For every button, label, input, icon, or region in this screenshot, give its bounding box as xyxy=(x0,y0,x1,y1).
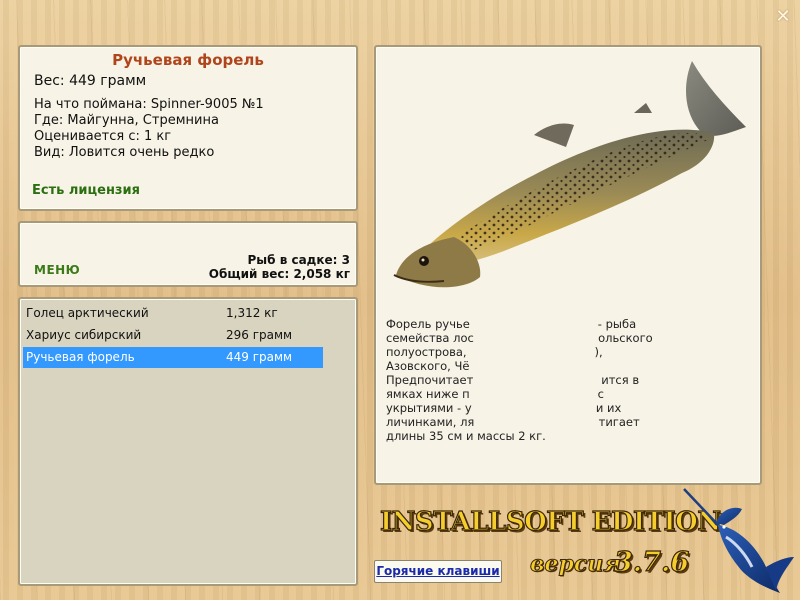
description-line: личинками, ля тигает xyxy=(386,415,640,429)
close-icon[interactable]: ✕ xyxy=(774,8,792,26)
list-item[interactable]: Хариус сибирский 296 грамм xyxy=(23,325,323,346)
list-item-selected[interactable]: Ручьевая форель 449 грамм xyxy=(23,347,323,368)
list-item-name: Хариус сибирский xyxy=(26,328,142,342)
list-item-weight: 449 грамм xyxy=(226,350,293,364)
list-item-name: Ручьевая форель xyxy=(26,350,135,364)
rated-from-line: Оценивается с: 1 кг xyxy=(34,129,172,144)
fish-description: Форель ручье - рыба семейства лос ольско… xyxy=(386,317,750,443)
menu-button[interactable]: МЕНЮ xyxy=(34,263,80,277)
description-line: длины 35 см и массы 2 кг. xyxy=(386,429,546,443)
license-status: Есть лицензия xyxy=(32,183,140,198)
description-line: семейства лос ольского xyxy=(386,331,653,345)
total-weight: Общий вес: 2,058 кг xyxy=(208,267,350,281)
description-line: Предпочитает ится в xyxy=(386,373,640,387)
keepnet-list[interactable]: Голец арктический 1,312 кг Хариус сибирс… xyxy=(18,297,358,586)
keepnet-status-panel: МЕНЮ Рыб в садке: 3 Общий вес: 2,058 кг xyxy=(18,221,358,287)
description-line: укрытиями - у и их xyxy=(386,401,622,415)
list-item[interactable]: Голец арктический 1,312 кг xyxy=(23,303,323,324)
description-line: Форель ручье - рыба xyxy=(386,317,637,331)
list-item-name: Голец арктический xyxy=(26,306,149,320)
location-line: Где: Майгунна, Стремнина xyxy=(34,113,219,128)
species-rarity-line: Вид: Ловится очень редко xyxy=(34,145,215,160)
brown-trout-image xyxy=(393,61,746,288)
fish-count: Рыб в садке: 3 xyxy=(247,253,351,267)
brand-title: INSTALLSOFT EDITION xyxy=(379,506,721,537)
description-line: ямках ниже п с xyxy=(386,387,604,401)
fish-weight: Вес: 449 грамм xyxy=(34,73,147,89)
catch-info-panel: Ручьевая форель Вес: 449 грамм На что по… xyxy=(18,45,358,211)
list-item-weight: 1,312 кг xyxy=(226,306,278,320)
list-item-weight: 296 грамм xyxy=(226,328,293,342)
hotkeys-button[interactable]: Горячие клавиши xyxy=(374,560,502,583)
brand-version-number: 3.7.6 xyxy=(613,546,690,578)
description-line: полуострова, ), xyxy=(386,345,603,359)
marlin-logo-icon xyxy=(683,488,794,593)
fish-title: Ручьевая форель xyxy=(112,51,264,69)
description-line: Азовского, Чё xyxy=(386,359,470,373)
caught-with-line: На что поймана: Spinner-9005 №1 xyxy=(34,97,264,112)
brand-version-label: версия xyxy=(530,551,622,578)
fish-image-panel: Форель ручье - рыба семейства лос ольско… xyxy=(374,45,762,485)
